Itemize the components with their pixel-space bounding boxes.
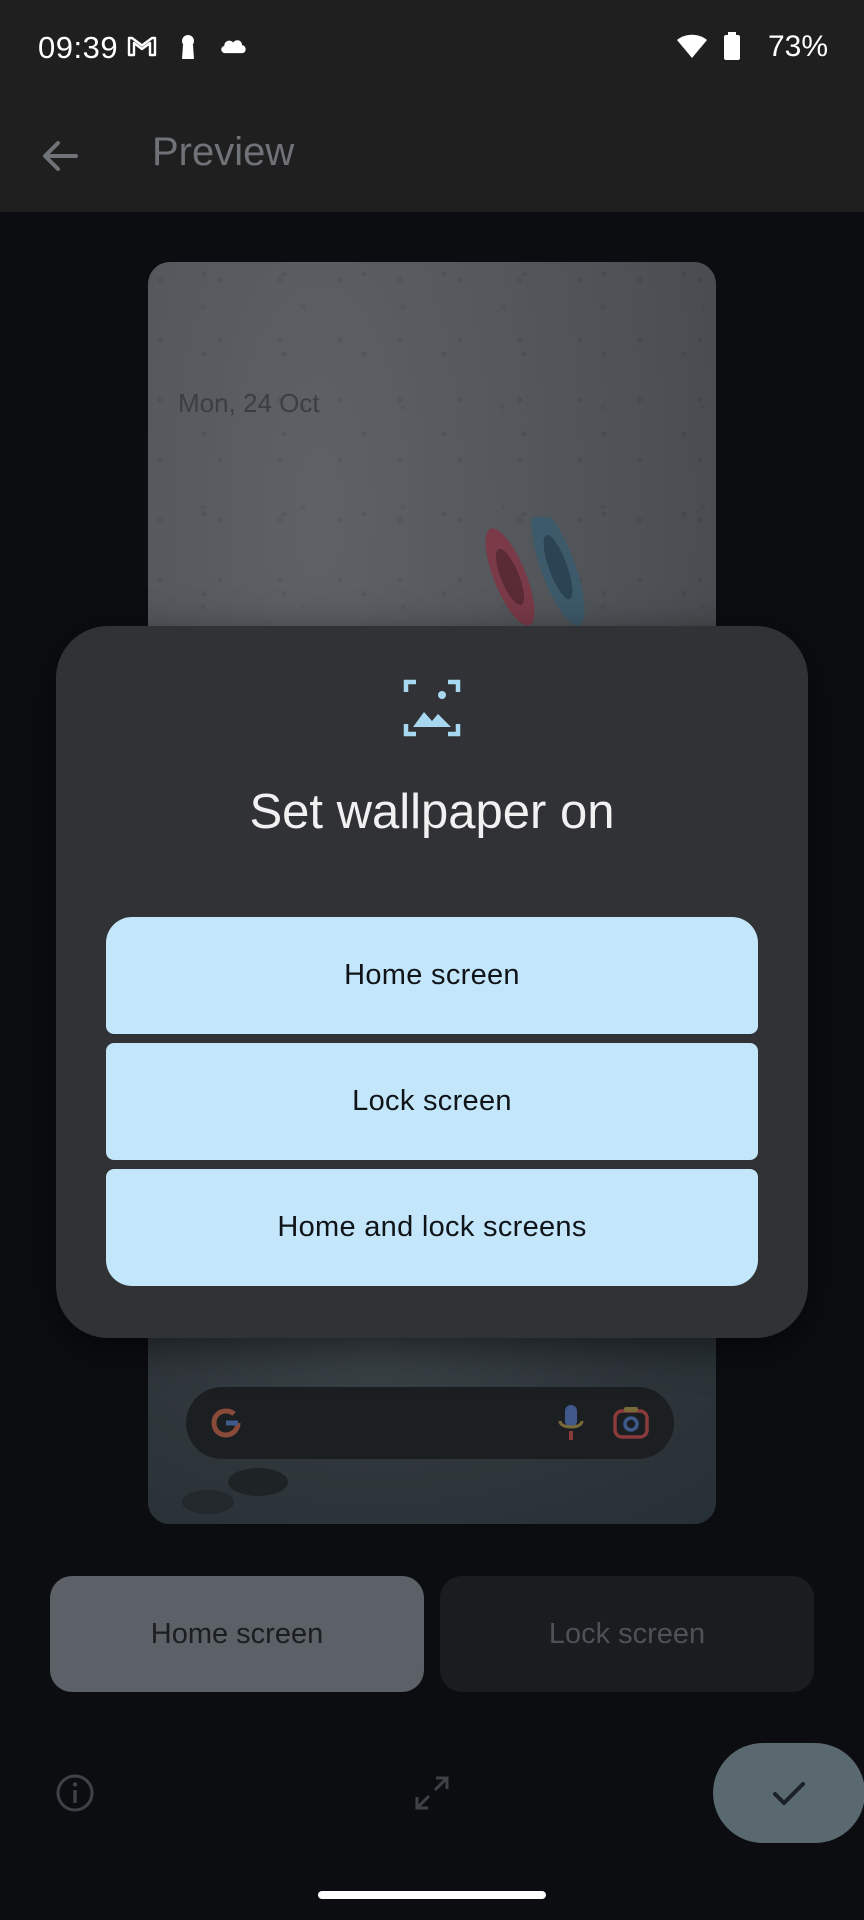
kayaks-image — [485, 517, 585, 626]
mic-icon — [558, 1405, 584, 1440]
app-bar: Preview — [0, 96, 864, 212]
tab-home-screen[interactable]: Home screen — [50, 1576, 424, 1692]
preview-date: Mon, 24 Oct — [178, 388, 320, 418]
option-label: Home screen — [344, 959, 520, 991]
set-home-screen-button[interactable]: Home screen — [106, 917, 758, 1034]
cloud-icon — [221, 40, 246, 54]
tab-home-label: Home screen — [150, 1617, 324, 1650]
arrow-back-icon[interactable] — [36, 132, 84, 180]
fullscreen-icon[interactable] — [410, 1771, 454, 1815]
battery-icon — [724, 32, 740, 60]
set-home-and-lock-button[interactable]: Home and lock screens — [106, 1169, 758, 1286]
tab-lock-screen[interactable]: Lock screen — [440, 1576, 814, 1692]
lens-camera-icon — [613, 1407, 649, 1439]
dialog-title: Set wallpaper on — [249, 785, 615, 839]
info-icon[interactable] — [53, 1771, 97, 1815]
wifi-icon — [677, 34, 707, 58]
gmail-icon — [127, 36, 157, 57]
battery-percent: 73% — [767, 30, 828, 63]
set-wallpaper-dialog: Set wallpaper on Home screen Lock screen… — [56, 626, 808, 1338]
apply-button[interactable] — [713, 1743, 864, 1843]
google-g-icon — [211, 1408, 241, 1438]
page-title: Preview — [152, 130, 295, 174]
option-label: Lock screen — [352, 1085, 512, 1117]
tab-lock-label: Lock screen — [548, 1617, 706, 1650]
status-time: 09:39 — [38, 30, 119, 65]
search-bar-preview — [186, 1387, 674, 1459]
option-label: Home and lock screens — [277, 1211, 587, 1243]
wallpaper-icon — [403, 679, 461, 737]
status-bar: 09:39 73% — [0, 0, 864, 96]
set-lock-screen-button[interactable]: Lock screen — [106, 1043, 758, 1160]
keyhole-icon — [182, 35, 194, 59]
gesture-nav-handle[interactable] — [318, 1891, 546, 1899]
check-icon — [773, 1782, 805, 1805]
